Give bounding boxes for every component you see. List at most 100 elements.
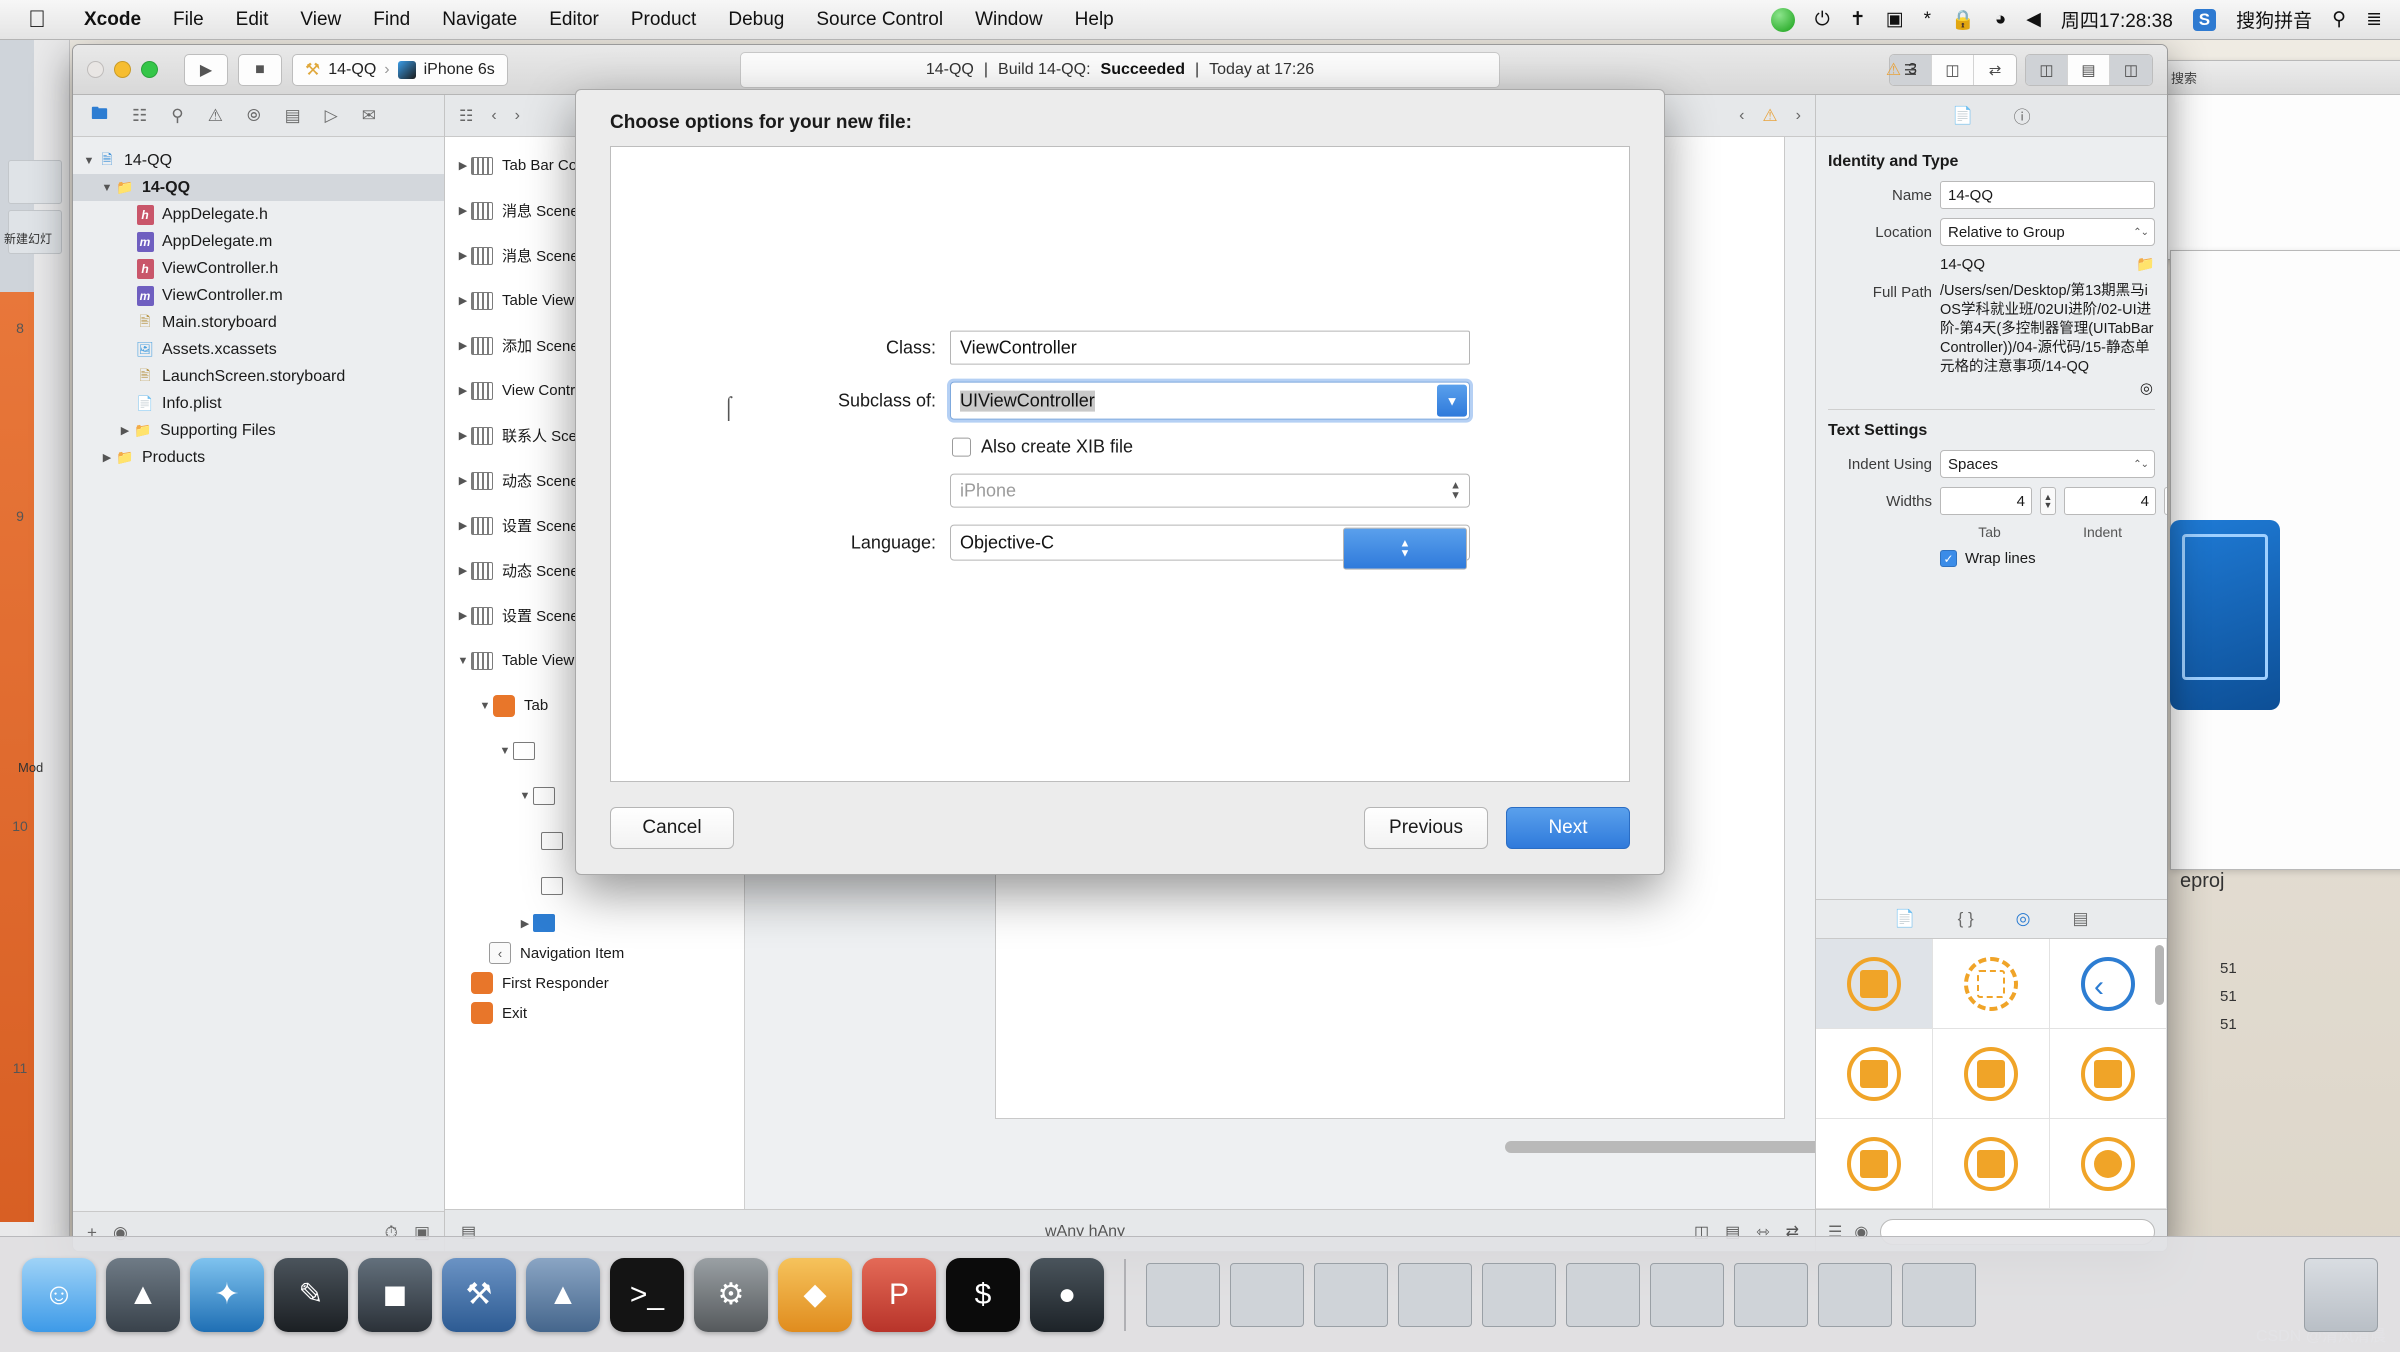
qq-dock-icon[interactable]: ● [1030, 1257, 1104, 1332]
indent-width-stepper[interactable]: ▲▼ [2164, 487, 2167, 515]
menu-product[interactable]: Product [615, 9, 712, 31]
tab-width-stepper[interactable]: ▲ ▼ [2040, 487, 2056, 515]
reveal-in-finder-icon[interactable]: ◎ [1830, 379, 2153, 397]
library-item-navigation-controller[interactable]: ‹ [2050, 939, 2167, 1029]
disclosure-triangle-icon[interactable]: ▶ [455, 384, 471, 397]
minimized-window-2[interactable] [1230, 1262, 1304, 1327]
scheme-selector[interactable]: ⚒ 14-QQ › iPhone 6s [292, 53, 508, 86]
disclosure-triangle-icon[interactable]: ▶ [455, 249, 471, 262]
object-library-grid[interactable]: ‹ [1816, 939, 2167, 1209]
forward-icon[interactable]: › [515, 107, 520, 125]
menu-window[interactable]: Window [959, 9, 1059, 31]
choose-folder-icon[interactable]: 📁 [2136, 255, 2155, 273]
launchpad-dock-icon[interactable]: ▲ [106, 1257, 180, 1332]
project-navigator-icon[interactable]: 🖿 [91, 101, 108, 130]
library-item-glkit-view-controller[interactable] [2050, 1119, 2167, 1209]
disclosure-triangle-icon[interactable]: ▼ [99, 182, 115, 194]
safari-dock-icon[interactable]: ✦ [190, 1257, 264, 1332]
lock-icon[interactable]: 🔒 [1951, 8, 1975, 32]
prev-issue-icon[interactable]: ‹ [1739, 107, 1744, 125]
report-navigator-icon[interactable]: ✉ [362, 106, 376, 126]
run-button[interactable]: ▶ [184, 53, 228, 86]
xcode-dock-icon[interactable]: ⚒ [442, 1257, 516, 1332]
dropbox-icon[interactable] [1770, 7, 1795, 32]
wifi-icon[interactable]: ◕ [1995, 9, 2006, 31]
tree-row-launchscreen[interactable]: 🖹 LaunchScreen.storyboard [73, 363, 444, 390]
background-window-top-right[interactable]: 搜索 [2160, 60, 2400, 260]
menubar-clock[interactable]: 周四17:28:38 [2061, 6, 2173, 33]
terminal-dock-icon[interactable]: >_ [610, 1257, 684, 1332]
media-library-icon[interactable]: ▤ [2073, 909, 2089, 929]
symbol-navigator-icon[interactable]: ☷ [132, 106, 147, 126]
library-item-view-controller[interactable] [1816, 939, 1933, 1029]
library-item-tab-bar-controller[interactable] [2050, 1029, 2167, 1119]
navigator-toggle-icon[interactable]: ◫ [2026, 54, 2068, 85]
debug-navigator-icon[interactable]: ▤ [285, 106, 301, 126]
menu-find[interactable]: Find [357, 9, 426, 31]
minimized-window-1[interactable] [1146, 1262, 1220, 1327]
wrap-lines-row[interactable]: ✓ Wrap lines [1940, 550, 2155, 567]
next-issue-icon[interactable]: › [1796, 107, 1801, 125]
wrap-lines-checkbox[interactable]: ✓ [1940, 550, 1957, 567]
disclosure-triangle-icon[interactable]: ▶ [117, 424, 133, 437]
outline-row[interactable]: ▶ [445, 908, 744, 938]
apple-menu-icon[interactable]:  [28, 7, 46, 32]
tree-row-viewcontroller-m[interactable]: m ViewController.m [73, 282, 444, 309]
outline-row-exit[interactable]: Exit [445, 998, 744, 1028]
tree-row-project[interactable]: ▼ 🗎 14-QQ [73, 147, 444, 174]
tab-width-input[interactable]: 4 [1940, 487, 2032, 515]
library-item-collection-view-controller[interactable] [1933, 1029, 2050, 1119]
file-template-library-icon[interactable]: 📄 [1894, 909, 1915, 929]
screen-record-icon[interactable]: ▣ [1886, 8, 1904, 31]
breakpoint-navigator-icon[interactable]: ▷ [325, 106, 338, 126]
bluetooth-icon[interactable]: * [1924, 9, 1931, 31]
library-item-page-view-controller[interactable] [1933, 1119, 2050, 1209]
view-toggle-segment[interactable]: ◫ ▤ ◫ [2025, 53, 2153, 86]
also-create-xib-row[interactable]: Also create XIB file [950, 437, 1470, 458]
cancel-button[interactable]: Cancel [610, 807, 734, 849]
close-button[interactable] [87, 61, 104, 78]
disclosure-triangle-icon[interactable]: ▶ [455, 159, 471, 172]
imovie-dock-icon[interactable]: ◼ [358, 1257, 432, 1332]
sketch-dock-icon[interactable]: ◆ [778, 1257, 852, 1332]
iterm-dock-icon[interactable]: $ [946, 1257, 1020, 1332]
menu-navigate[interactable]: Navigate [426, 9, 533, 31]
trash-icon[interactable] [2304, 1257, 2378, 1332]
search-icon[interactable]: ⚲ [2332, 8, 2346, 31]
list-icon[interactable]: ≣ [2366, 8, 2382, 31]
tree-row-appdelegate-m[interactable]: m AppDelegate.m [73, 228, 444, 255]
language-popup[interactable]: Objective-C ▲ ▼ [950, 524, 1470, 570]
also-create-xib-checkbox[interactable] [952, 437, 971, 457]
disclosure-triangle-icon[interactable]: ▶ [455, 294, 471, 307]
warning-indicator[interactable]: ⚠ 3 [1886, 60, 1917, 80]
menu-edit[interactable]: Edit [220, 9, 285, 31]
find-navigator-icon[interactable]: ⚲ [171, 106, 183, 126]
system-preferences-dock-icon[interactable]: ⚙ [694, 1257, 768, 1332]
disclosure-triangle-icon[interactable]: ▼ [497, 745, 513, 757]
version-editor-icon[interactable]: ⇄ [1974, 55, 2016, 85]
name-input[interactable]: 14-QQ [1940, 181, 2155, 209]
tree-row-infoplist[interactable]: 📄 Info.plist [73, 390, 444, 417]
disclosure-triangle-icon[interactable]: ▼ [477, 700, 493, 712]
chevron-down-icon[interactable]: ▼ [1437, 384, 1467, 417]
menu-help[interactable]: Help [1059, 9, 1130, 31]
disclosure-triangle-icon[interactable]: ▼ [455, 655, 471, 667]
disclosure-triangle-icon[interactable]: ▼ [81, 155, 97, 167]
minimize-button[interactable] [114, 61, 131, 78]
power-icon[interactable]: ⏻ [1815, 9, 1830, 31]
object-library-icon[interactable]: ◎ [2016, 909, 2031, 929]
next-button[interactable]: Next [1506, 807, 1630, 849]
airplay-icon[interactable]: ✝ [1850, 8, 1866, 31]
popup-arrows-icon[interactable]: ▲ ▼ [1343, 527, 1467, 570]
minimized-window-6[interactable] [1566, 1262, 1640, 1327]
warning-icon[interactable]: ⚠ [1762, 106, 1777, 126]
outline-row-first-responder[interactable]: First Responder [445, 968, 744, 998]
tree-row-main-storyboard[interactable]: 🖹 Main.storyboard [73, 309, 444, 336]
disclosure-triangle-icon[interactable]: ▶ [455, 609, 471, 622]
minimized-window-7[interactable] [1650, 1262, 1724, 1327]
input-method-badge[interactable]: S [2192, 8, 2217, 31]
tree-row-assets[interactable]: 🖼 Assets.xcassets [73, 336, 444, 363]
library-item-table-view-controller[interactable] [1816, 1029, 1933, 1119]
assistant-editor-icon[interactable]: ◫ [1932, 54, 1974, 85]
instruments-dock-icon[interactable]: ▲ [526, 1257, 600, 1332]
